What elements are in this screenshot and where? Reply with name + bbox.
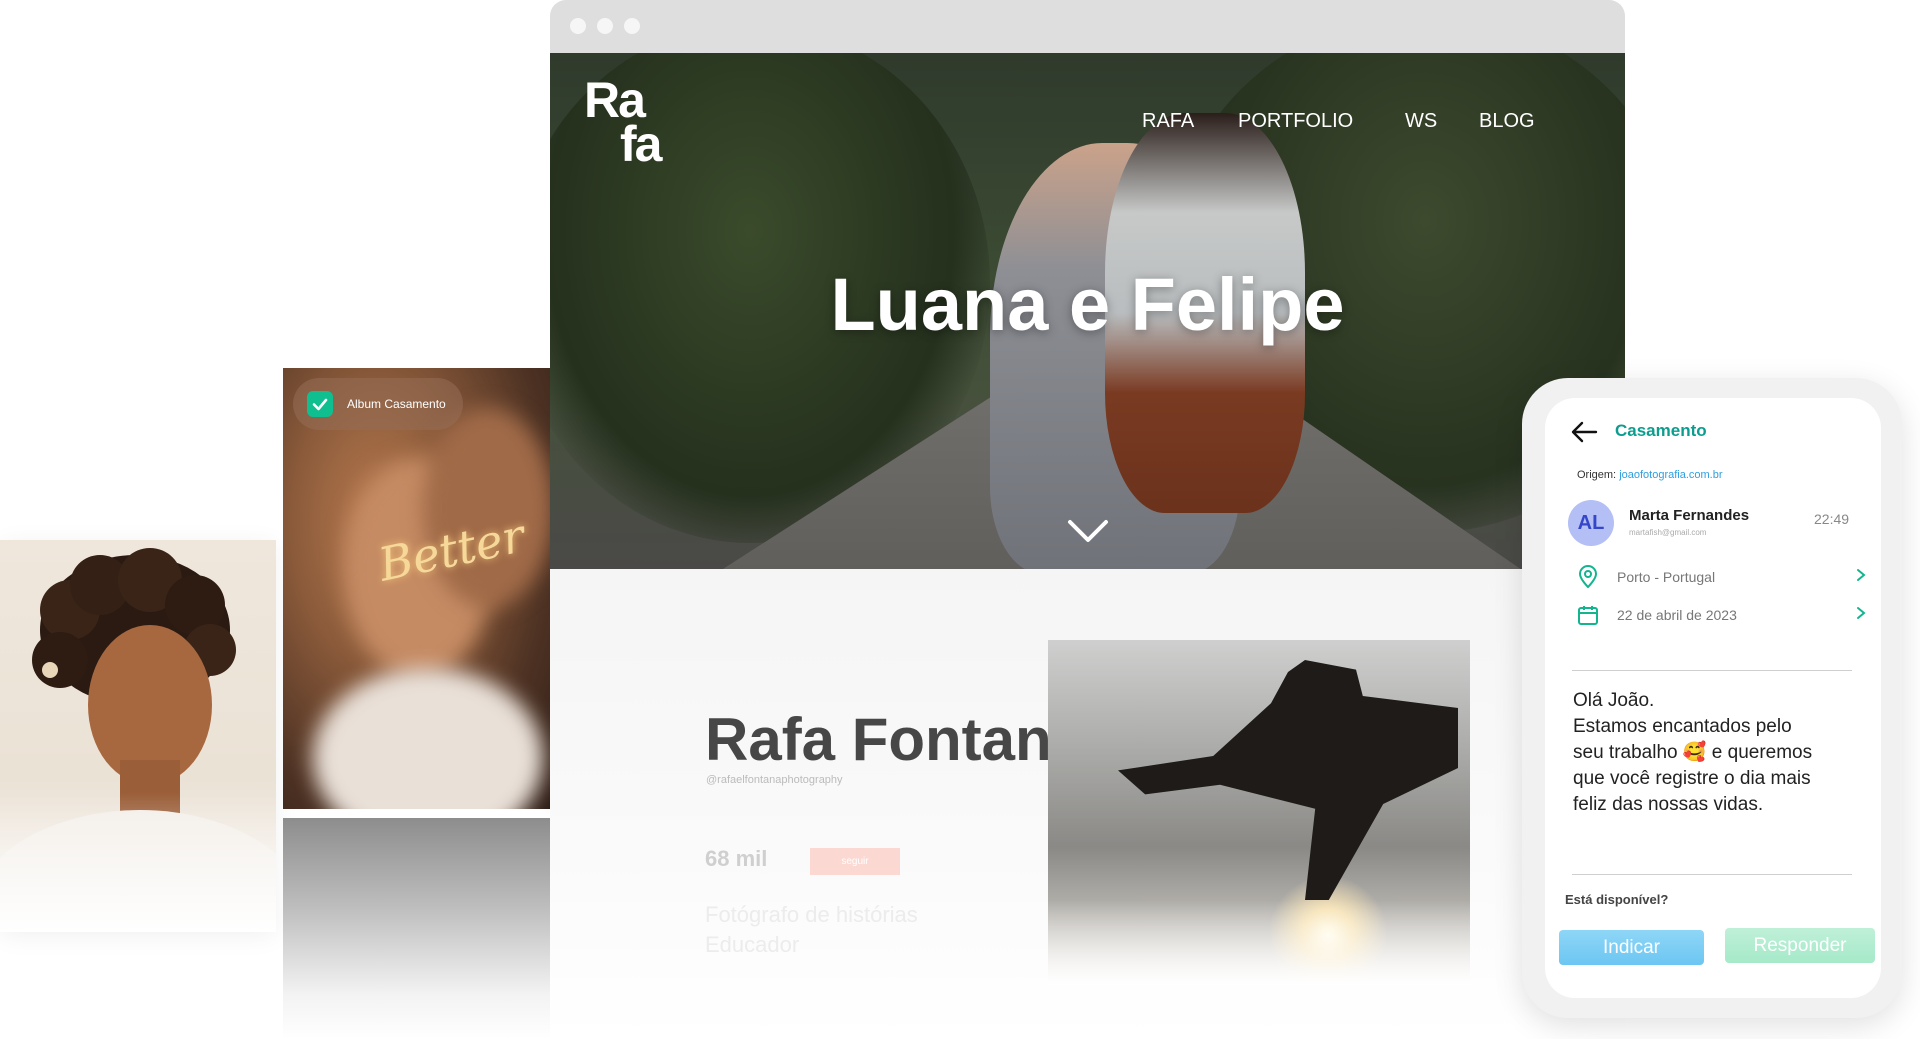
nav-portfolio[interactable]: PORTFOLIO [1238,110,1353,133]
hero-title: Luana e Felipe [830,263,1345,346]
location-pin-icon [1578,565,1598,589]
bw-hands-photo [283,818,550,1039]
nav-blog[interactable]: BLOG [1479,110,1535,133]
date-text: 22 de abril de 2023 [1617,607,1737,623]
responder-button[interactable]: Responder [1725,928,1875,963]
origin-link[interactable]: joaofotografia.com.br [1619,469,1722,481]
follower-count: 68 mil [705,846,768,871]
portrait-photo [0,540,276,932]
profile-handle: @rafaelfontanaphotography [706,774,843,786]
chevron-right-icon[interactable] [1855,568,1867,582]
portrait-illustration [0,548,276,932]
window-maximize-dot[interactable] [624,18,640,34]
conversation-title: Casamento [1615,421,1707,440]
contact-email: martafish@gmail.com [1629,528,1707,537]
chevron-right-icon[interactable] [1855,606,1867,620]
calendar-icon [1578,606,1598,625]
location-text: Porto - Portugal [1617,569,1716,585]
window-close-dot[interactable] [570,18,586,34]
site-logo[interactable]: Ra fa [584,75,662,169]
wedding-album-photo: Better Album Casamento [283,368,550,809]
album-label: Album Casamento [347,397,446,411]
message-time: 22:49 [1814,511,1850,527]
album-selected-badge[interactable]: Album Casamento [293,378,463,430]
profile-bio: Fotógrafo de histórias Educador [705,902,918,957]
window-minimize-dot[interactable] [597,18,613,34]
origin-row: Origem: joaofotografia.com.br [1577,469,1723,481]
contact-name: Marta Fernandes [1629,507,1750,524]
divider [1572,670,1852,671]
checkmark-icon[interactable] [307,391,333,417]
nav-rafa[interactable]: RAFA [1142,110,1194,133]
profile-name: Rafa Fontana [705,706,1086,773]
chevron-down-icon[interactable] [1066,516,1110,546]
follow-button[interactable]: seguir [810,848,900,875]
availability-question: Está disponível? [1565,892,1669,907]
nav-ws[interactable]: WS [1405,110,1437,133]
origin-label: Origem: [1577,469,1617,481]
divider [1572,874,1852,875]
avatar[interactable]: AL [1568,500,1614,546]
back-arrow-icon[interactable] [1570,420,1598,444]
message-body: Olá João. Estamos encantados pelo seu tr… [1573,690,1813,815]
indicar-button[interactable]: Indicar [1559,930,1704,965]
browser-titlebar [550,0,1625,53]
